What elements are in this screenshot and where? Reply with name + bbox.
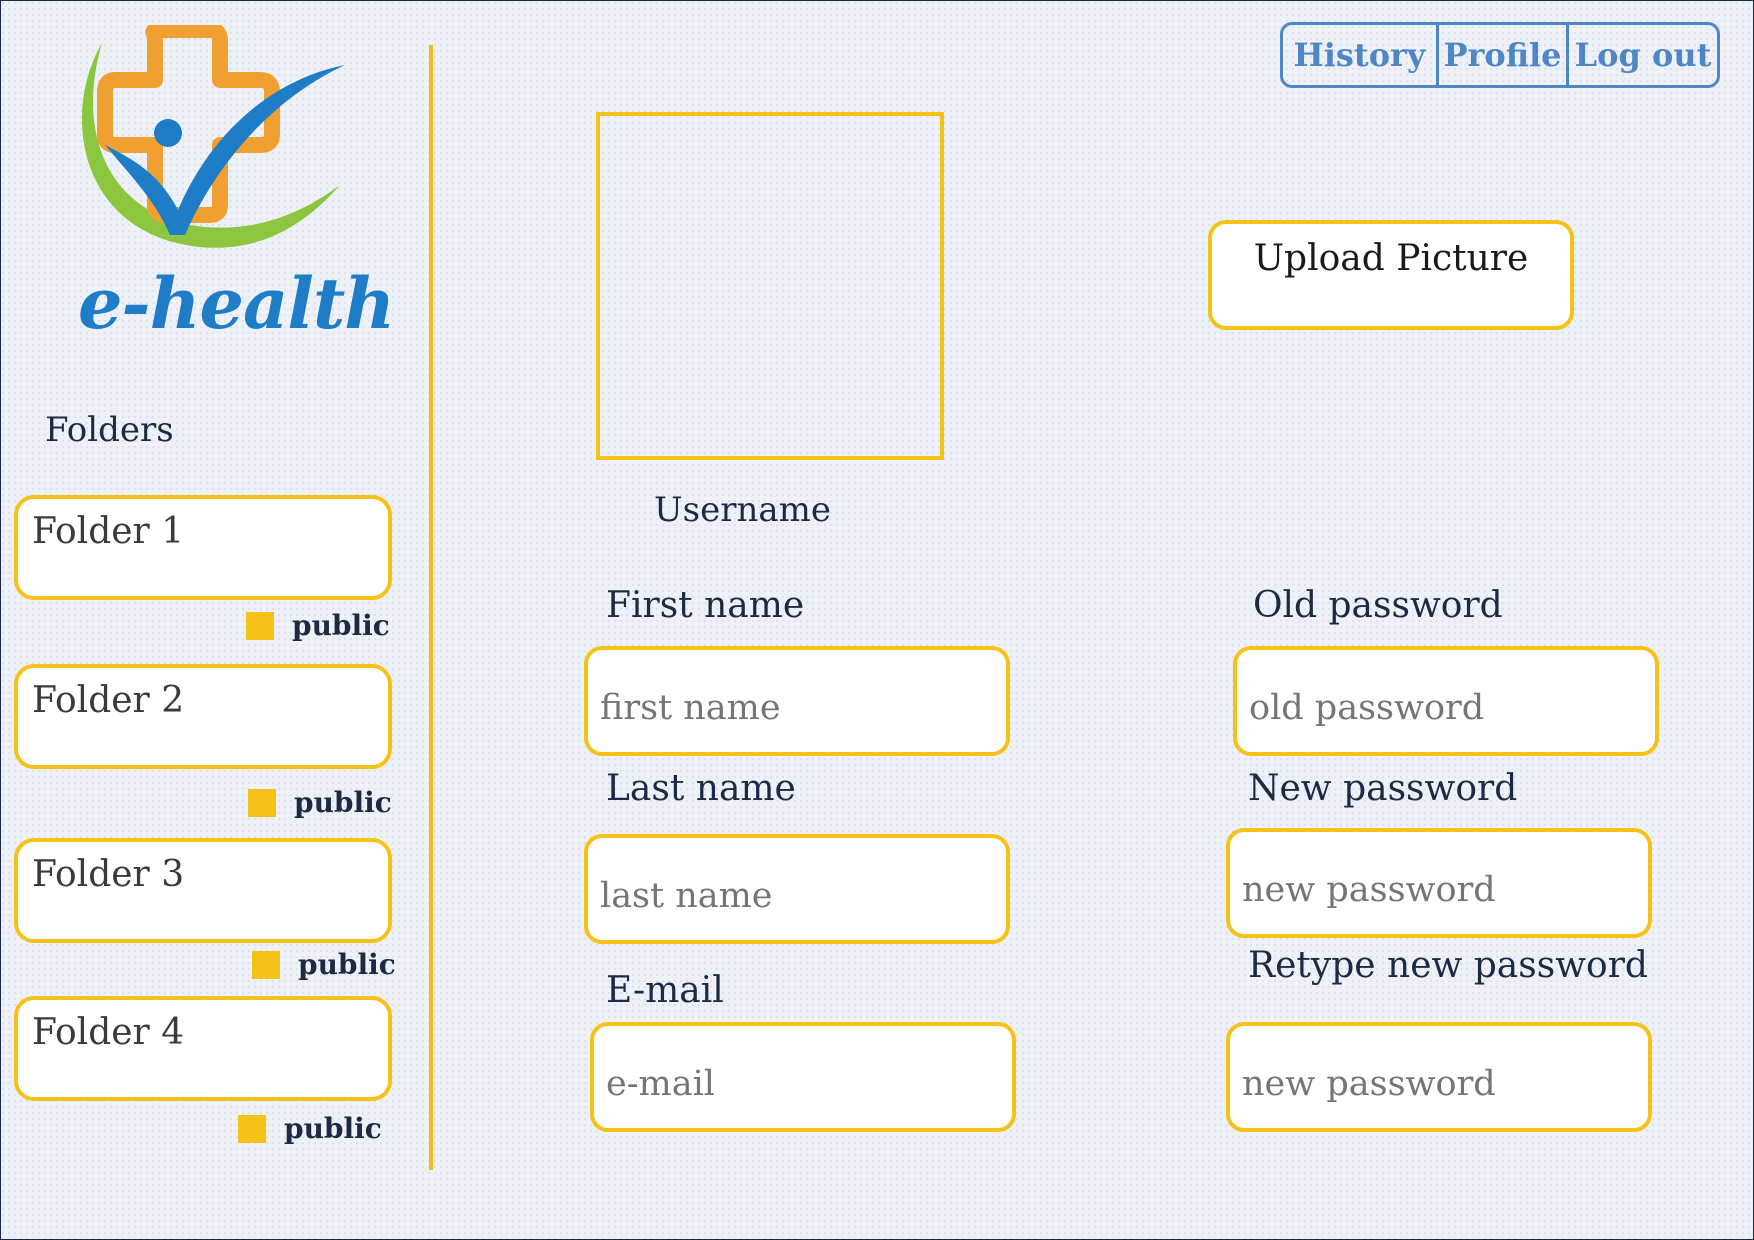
nav-profile[interactable]: Profile — [1436, 25, 1566, 85]
logo-text: e-health — [78, 262, 395, 345]
retype-password-field[interactable] — [1226, 1022, 1652, 1132]
nav-logout[interactable]: Log out — [1566, 25, 1717, 85]
first-name-label: First name — [606, 585, 805, 626]
new-password-field[interactable] — [1226, 828, 1652, 938]
public-toggle[interactable]: public — [248, 786, 392, 819]
new-password-label: New password — [1248, 768, 1518, 809]
retype-password-label: Retype new password — [1248, 945, 1648, 986]
public-label: public — [292, 609, 390, 642]
first-name-field[interactable] — [584, 646, 1010, 756]
folder-item[interactable]: Folder 2 — [14, 664, 392, 769]
last-name-label: Last name — [606, 768, 796, 809]
folder-label: Folder 2 — [32, 680, 185, 721]
upload-picture-button[interactable]: Upload Picture — [1208, 220, 1574, 330]
top-nav: History Profile Log out — [1280, 22, 1720, 88]
folder-item[interactable]: Folder 3 — [14, 838, 392, 943]
folders-heading: Folders — [45, 410, 174, 450]
email-label: E-mail — [606, 970, 724, 1011]
public-toggle[interactable]: public — [246, 609, 390, 642]
folder-item[interactable]: Folder 4 — [14, 996, 392, 1101]
sidebar-divider — [429, 45, 433, 1170]
folder-label: Folder 3 — [32, 854, 185, 895]
logo-head — [154, 119, 182, 147]
email-field[interactable] — [590, 1022, 1016, 1132]
public-checkbox[interactable] — [248, 788, 276, 817]
public-toggle[interactable]: public — [252, 948, 396, 981]
public-label: public — [284, 1112, 382, 1145]
public-checkbox[interactable] — [252, 950, 280, 979]
nav-history[interactable]: History — [1283, 25, 1436, 85]
public-label: public — [298, 948, 396, 981]
folder-label: Folder 4 — [32, 1012, 185, 1053]
profile-picture — [596, 112, 944, 460]
username: Username — [654, 490, 832, 530]
last-name-field[interactable] — [584, 834, 1010, 944]
folder-item[interactable]: Folder 1 — [14, 495, 392, 600]
old-password-label: Old password — [1253, 585, 1503, 626]
old-password-field[interactable] — [1233, 646, 1659, 756]
public-checkbox[interactable] — [246, 611, 274, 640]
public-checkbox[interactable] — [238, 1114, 266, 1143]
public-label: public — [294, 786, 392, 819]
public-toggle[interactable]: public — [238, 1112, 382, 1145]
folder-label: Folder 1 — [32, 511, 185, 552]
